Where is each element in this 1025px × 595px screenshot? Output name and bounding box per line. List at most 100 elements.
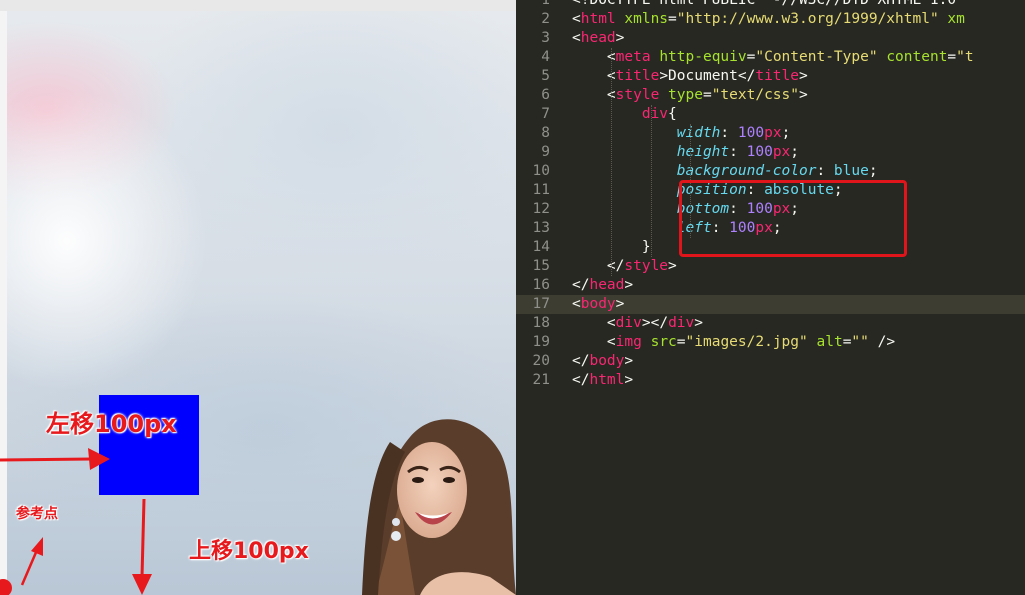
code-token: body (580, 296, 616, 312)
code-token: 100 (737, 125, 765, 141)
code-line[interactable]: 8 width: 100px; (516, 124, 1025, 143)
code-line[interactable]: 2 <html xmlns="http://www.w3.org/1999/xht… (516, 10, 1025, 29)
line-code: <!DOCTYPE html PUBLIC "-//W3C//DTD XHTML… (572, 0, 965, 10)
code-token: > (668, 258, 677, 274)
line-code: <img src="images/2.jpg" alt="" /> (572, 333, 895, 352)
code-line[interactable]: 18 <div></div> (516, 314, 1025, 333)
code-token: >Document</ (659, 68, 756, 84)
code-line[interactable]: 20 </body> (516, 352, 1025, 371)
code-token: < (572, 49, 616, 65)
code-token: meta (615, 49, 651, 65)
code-line[interactable]: 15 </style> (516, 257, 1025, 276)
code-token: < (572, 87, 616, 103)
code-token: = (676, 334, 686, 350)
line-number: 6 (541, 87, 550, 103)
line-code: <html xmlns="http://www.w3.org/1999/xhtm… (572, 10, 965, 29)
line-code: </body> (572, 352, 633, 371)
code-line[interactable]: 4 <meta http-equiv = "Content-Type" conten… (516, 48, 1025, 67)
code-line[interactable]: 16 </head> (516, 276, 1025, 295)
code-editor[interactable]: 1 <!DOCTYPE html PUBLIC "-//W3C//DTD XHTM… (516, 0, 1025, 595)
left-arrow-head (88, 448, 110, 470)
code-token: { (668, 106, 677, 122)
code-token: body (589, 353, 625, 369)
code-token: < (572, 68, 616, 84)
code-line[interactable]: 6 <style type="text/css"> (516, 86, 1025, 105)
code-token: "text/css" (711, 87, 800, 103)
code-token: < (572, 30, 581, 46)
code-line[interactable]: 3 <head> (516, 29, 1025, 48)
line-number: 17 (532, 296, 550, 312)
down-arrow-shaft (140, 498, 146, 578)
line-code: </head> (572, 276, 633, 295)
code-token: < (572, 315, 616, 331)
code-token: < (572, 296, 581, 312)
code-line[interactable]: 21 </html> (516, 371, 1025, 390)
code-token: "images/2.jpg" (685, 334, 808, 350)
line-number: 7 (541, 106, 550, 122)
line-number: 18 (532, 315, 550, 331)
code-line[interactable]: 17 <body> (516, 295, 1025, 314)
code-token: > (615, 296, 625, 312)
code-token: > (624, 353, 634, 369)
code-token: > (799, 87, 808, 103)
line-number: 9 (541, 144, 550, 160)
code-token: 100 (746, 144, 773, 160)
code-token: > (694, 315, 703, 331)
code-line[interactable]: 1 <!DOCTYPE html PUBLIC "-//W3C//DTD XHTM… (516, 0, 1025, 10)
code-token: div (668, 315, 695, 331)
indent-guide (651, 105, 652, 257)
code-token: </ (572, 277, 590, 293)
line-number: 2 (541, 11, 550, 27)
code-token: head (589, 277, 625, 293)
code-token: blue (833, 163, 869, 179)
code-token: http-equiv (659, 49, 747, 65)
annotation-up-shift: 上移100px (189, 539, 309, 564)
code-token: </ (572, 258, 625, 274)
line-number: 5 (541, 68, 550, 84)
code-token: height (676, 144, 730, 160)
code-token: < (572, 334, 616, 350)
line-code: <meta http-equiv="Content-Type" content=… (572, 48, 974, 67)
line-code: <title>Document</title> (572, 67, 808, 86)
line-number: 10 (532, 163, 550, 179)
code-token: : (729, 144, 747, 160)
code-token: "t (956, 49, 974, 65)
code-token: = (702, 87, 712, 103)
code-token: background-color (676, 163, 817, 179)
line-code: height: 100px; (572, 143, 799, 162)
code-line[interactable]: 10 background-color: blue; (516, 162, 1025, 181)
line-number: 13 (532, 220, 550, 236)
code-token: ; (781, 125, 791, 141)
ref-arrow-head (31, 537, 43, 556)
code-token: </ (572, 372, 590, 388)
line-number: 19 (532, 334, 550, 350)
code-token: px (764, 125, 782, 141)
code-token: "" (851, 334, 869, 350)
annotation-arrows (0, 448, 152, 595)
code-token: style (624, 258, 669, 274)
code-line[interactable]: 7 div{ (516, 105, 1025, 124)
code-token: type (668, 87, 703, 103)
line-code: div{ (572, 105, 677, 124)
line-code: <style type="text/css"> (572, 86, 808, 105)
line-code: <div></div> (572, 314, 703, 333)
code-token: img (615, 334, 642, 350)
line-code: <head> (572, 29, 624, 48)
code-line[interactable]: 9 height: 100px; (516, 143, 1025, 162)
annotation-reference-point: 参考点 (16, 506, 58, 522)
left-arrow-shaft (0, 457, 93, 462)
code-line[interactable]: 19 <img src="images/2.jpg" alt="" /> (516, 333, 1025, 352)
line-number: 11 (532, 182, 550, 198)
code-token: style (615, 87, 660, 103)
code-token: ; (868, 163, 878, 179)
code-token: > (799, 68, 808, 84)
down-arrow-head (132, 574, 152, 595)
code-line[interactable]: 5 <title>Document</title> (516, 67, 1025, 86)
